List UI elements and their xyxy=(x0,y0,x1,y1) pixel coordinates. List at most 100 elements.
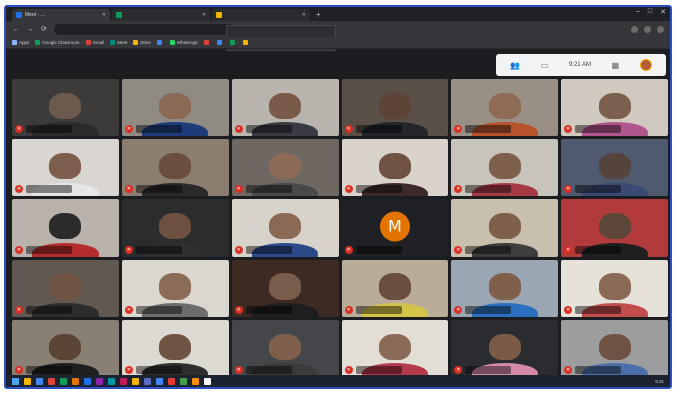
chat-icon[interactable]: ▭ xyxy=(541,61,549,70)
participant-tile[interactable]: ✕ xyxy=(121,79,229,137)
bookmark-item[interactable] xyxy=(156,40,164,45)
participant-face xyxy=(159,92,192,120)
participant-tile[interactable]: ✕ xyxy=(231,259,339,317)
participant-tile[interactable]: ✕ xyxy=(231,199,339,257)
participant-tile[interactable]: ✕ xyxy=(341,79,449,137)
mic-off-icon: ✕ xyxy=(234,125,243,134)
tab-close-icon[interactable]: ✕ xyxy=(302,12,306,18)
participant-tile[interactable]: ✕ xyxy=(12,199,119,257)
mic-off-icon: ✕ xyxy=(124,305,133,314)
bookmark-item[interactable] xyxy=(242,40,250,45)
bookmark-item[interactable]: WhatsApp xyxy=(169,40,198,45)
participant-tile[interactable]: ✕ xyxy=(451,79,559,137)
bookmark-icon xyxy=(216,40,222,45)
bookmark-item[interactable]: Meet xyxy=(110,40,127,45)
bookmark-icon xyxy=(133,40,139,45)
mic-off-icon: ✕ xyxy=(234,366,243,374)
address-bar[interactable] xyxy=(54,23,234,35)
back-icon[interactable]: ← xyxy=(12,26,20,33)
taskbar-app-icon[interactable] xyxy=(204,377,211,385)
participant-tile[interactable]: M ✕ xyxy=(341,199,449,257)
participant-tile[interactable]: ✕ xyxy=(561,259,668,317)
taskbar-app-icon[interactable] xyxy=(180,377,187,385)
taskbar-clock[interactable]: 9:21 xyxy=(655,379,664,384)
participant-tile[interactable]: ✕ xyxy=(451,199,559,257)
new-tab-icon[interactable]: + xyxy=(316,9,321,21)
participant-name-label xyxy=(135,305,182,314)
browser-tab[interactable]: Meet - ... ✕ xyxy=(12,9,110,21)
profile-icon[interactable] xyxy=(644,25,651,33)
participant-tile[interactable]: ✕ xyxy=(231,139,339,197)
participant-tile[interactable]: ✕ xyxy=(561,139,668,197)
participant-tile[interactable]: ✕ xyxy=(561,79,668,137)
bookmark-item[interactable]: Drive xyxy=(133,40,151,45)
taskbar-app-icon[interactable] xyxy=(84,377,91,385)
menu-icon[interactable] xyxy=(657,25,664,33)
taskbar-app-icon[interactable] xyxy=(36,377,43,385)
tab-close-icon[interactable]: ✕ xyxy=(202,12,206,18)
close-icon[interactable]: ✕ xyxy=(660,8,666,16)
taskbar-app-icon[interactable] xyxy=(192,377,199,385)
taskbar-app-icon[interactable] xyxy=(156,377,163,385)
participant-tile[interactable]: ✕ xyxy=(12,79,119,137)
bookmark-item[interactable]: Apps xyxy=(12,40,29,45)
taskbar-app-icon[interactable] xyxy=(120,377,127,385)
bookmark-icon xyxy=(242,40,248,45)
forward-icon[interactable]: → xyxy=(26,26,34,33)
participant-face xyxy=(49,333,82,360)
clock-time: 9:21 xyxy=(655,378,664,384)
bookmark-item[interactable] xyxy=(203,40,211,45)
participant-face xyxy=(49,273,82,300)
browser-tab[interactable]: ✕ xyxy=(112,9,210,21)
maximize-icon[interactable]: □ xyxy=(648,8,652,16)
mic-off-icon: ✕ xyxy=(564,366,573,374)
participant-tile[interactable]: ✕ xyxy=(231,79,339,137)
grid-icon[interactable]: ▦ xyxy=(612,61,620,70)
bookmark-item[interactable]: Gmail xyxy=(85,40,104,45)
participant-tile[interactable]: ✕ xyxy=(121,319,229,377)
participant-tile[interactable]: ✕ xyxy=(341,259,449,317)
taskbar-app-icon[interactable] xyxy=(48,377,55,385)
taskbar-app-icon[interactable] xyxy=(132,377,139,385)
participant-tile[interactable]: ✕ xyxy=(451,319,559,377)
participant-tile[interactable]: ✕ xyxy=(561,199,668,257)
taskbar-app-icon[interactable] xyxy=(108,377,115,385)
bookmark-item[interactable]: Google Classroom xyxy=(35,40,80,45)
participant-tile[interactable]: ✕ xyxy=(561,319,668,377)
avatar[interactable] xyxy=(639,59,652,71)
bookmark-item[interactable] xyxy=(216,40,224,45)
participant-tile[interactable]: ✕ xyxy=(12,259,119,317)
taskbar-app-icon[interactable] xyxy=(168,377,175,385)
mic-off-icon: ✕ xyxy=(124,185,133,194)
tab-favicon-icon xyxy=(116,12,122,18)
taskbar-app-icon[interactable] xyxy=(72,377,79,385)
bookmark-icon xyxy=(12,40,17,45)
mic-off-icon: ✕ xyxy=(234,185,243,194)
participant-tile[interactable]: ✕ xyxy=(341,319,449,377)
participant-tile[interactable]: ✕ xyxy=(231,319,339,377)
participant-tile[interactable]: ✕ xyxy=(12,139,119,197)
taskbar-app-icon[interactable] xyxy=(96,377,103,385)
bookmark-item[interactable] xyxy=(229,40,237,45)
participant-tile[interactable]: ✕ xyxy=(121,259,229,317)
participant-face xyxy=(269,152,302,180)
taskbar-app-icon[interactable] xyxy=(144,377,151,385)
participant-tile[interactable]: ✕ xyxy=(451,139,559,197)
taskbar-app-icon[interactable] xyxy=(60,377,67,385)
participant-initial-avatar: M xyxy=(379,211,410,242)
participant-tile[interactable]: ✕ xyxy=(451,259,559,317)
participant-tile[interactable]: ✕ xyxy=(341,139,449,197)
taskbar-app-icon[interactable] xyxy=(24,377,31,385)
minimize-icon[interactable]: – xyxy=(636,8,640,16)
participant-tile[interactable]: ✕ xyxy=(12,319,119,377)
bookmark-label: Apps xyxy=(19,40,30,45)
start-icon[interactable] xyxy=(12,377,19,385)
reload-icon[interactable]: ⟳ xyxy=(40,25,48,33)
tab-close-icon[interactable]: ✕ xyxy=(102,12,106,18)
people-icon[interactable]: 👥 xyxy=(510,61,520,70)
participant-tile[interactable]: ✕ xyxy=(121,139,229,197)
participant-name-label xyxy=(465,305,512,314)
participant-tile[interactable]: ✕ xyxy=(121,199,229,257)
extension-icon[interactable] xyxy=(631,25,638,33)
browser-tab[interactable]: ✕ xyxy=(212,9,310,21)
